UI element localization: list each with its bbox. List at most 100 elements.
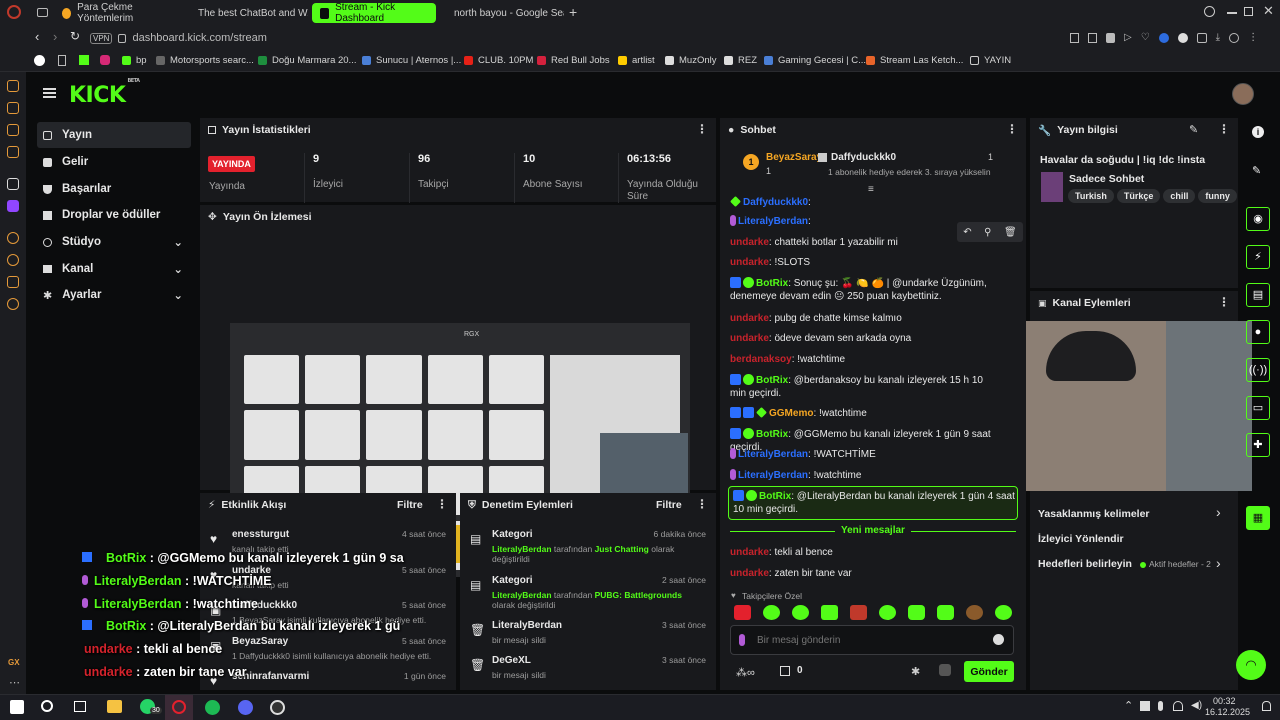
- moderation-actor[interactable]: LiteralyBerdan: [492, 544, 552, 554]
- shield-icon[interactable]: [1106, 33, 1115, 43]
- tab-google-search[interactable]: north bayou - Google Sea...: [440, 3, 564, 23]
- nav-basarilar[interactable]: Başarılar: [37, 176, 191, 202]
- chat-user[interactable]: GGMemo: [769, 408, 813, 419]
- user-avatar[interactable]: [1232, 83, 1254, 105]
- extension-icon[interactable]: [1177, 33, 1188, 43]
- wrench-icon[interactable]: ✚: [1246, 433, 1270, 457]
- chevron-down-icon[interactable]: ⌄: [173, 288, 183, 302]
- sidebar-gx-icon[interactable]: GX: [8, 658, 20, 667]
- opera-menu-icon[interactable]: [7, 5, 21, 19]
- bookmark-stream-las[interactable]: Stream Las Ketch...: [866, 55, 963, 66]
- sidebar-twitch-icon[interactable]: [7, 200, 19, 212]
- tray-mic-icon[interactable]: [1158, 701, 1163, 711]
- sidebar-aria-icon[interactable]: [7, 80, 19, 92]
- kick-bookmark-icon[interactable]: [79, 55, 89, 65]
- emote-icon[interactable]: [850, 605, 867, 620]
- chat-more-icon[interactable]: ⋮: [1006, 123, 1018, 135]
- chat-user[interactable]: BotRix: [756, 278, 788, 289]
- sidebar-settings-icon[interactable]: [7, 298, 19, 310]
- sidebar-history-icon[interactable]: [7, 254, 19, 266]
- bookmark-muzonly[interactable]: MuzOnly: [665, 55, 716, 66]
- bookmark-rez[interactable]: REZ: [724, 55, 757, 66]
- tag[interactable]: chill: [1163, 189, 1196, 203]
- emote-icon[interactable]: [821, 605, 838, 620]
- notification-bell-icon[interactable]: [1262, 701, 1271, 711]
- chevron-down-icon[interactable]: ⌄: [173, 262, 183, 276]
- chevron-right-icon[interactable]: ›: [1216, 504, 1221, 520]
- streaminfo-more-icon[interactable]: ⋮: [1218, 123, 1230, 135]
- nav-droplar[interactable]: Droplar ve ödüller: [37, 202, 191, 228]
- chat-user[interactable]: BotRix: [759, 491, 791, 502]
- raid-link[interactable]: İzleyici Yönlendir: [1038, 533, 1124, 545]
- tray-chevron-icon[interactable]: ⌃: [1124, 699, 1133, 712]
- events-more-icon[interactable]: ⋮: [436, 498, 448, 510]
- search-tabs-icon[interactable]: [1204, 6, 1215, 17]
- sidebar-player-icon[interactable]: [7, 232, 19, 244]
- bookmark-redbull[interactable]: Red Bull Jobs: [537, 55, 610, 66]
- chat-shield-icon[interactable]: [939, 664, 951, 676]
- tab-list-icon[interactable]: [37, 8, 48, 17]
- profile-icon[interactable]: [1229, 33, 1240, 43]
- moderation-more-icon[interactable]: ⋮: [696, 498, 708, 510]
- chat-message-input[interactable]: [757, 632, 977, 648]
- gift-icon[interactable]: [780, 666, 790, 676]
- record-icon[interactable]: ◉: [1246, 207, 1270, 231]
- bookmark-club[interactable]: CLUB. 10PM: [464, 55, 533, 66]
- clock-time[interactable]: 00:32: [1213, 696, 1236, 706]
- nav-kanal[interactable]: Kanal ⌄: [37, 256, 191, 282]
- delete-icon[interactable]: 🗑: [1004, 227, 1017, 238]
- emote-icon[interactable]: [937, 605, 954, 620]
- download-icon[interactable]: ⤓: [1216, 33, 1220, 45]
- chat-user[interactable]: undarke: [730, 547, 769, 558]
- back-icon[interactable]: ‹: [35, 29, 39, 44]
- channel-points-icon[interactable]: ⁂∞: [736, 666, 755, 679]
- moderation-title-text[interactable]: DeGeXL: [492, 655, 531, 666]
- player-icon[interactable]: ▷: [1124, 33, 1132, 45]
- hamburger-menu-icon[interactable]: [43, 88, 56, 98]
- gifter-user[interactable]: Daffyduckkk0: [831, 152, 896, 163]
- chat-user[interactable]: Daffyduckkk0: [743, 197, 808, 208]
- google-bookmark-icon[interactable]: [34, 55, 45, 66]
- chat-user[interactable]: LiteralyBerdan: [738, 216, 808, 227]
- puzzle-icon[interactable]: [1196, 33, 1207, 43]
- bookmark-folder-yayin[interactable]: YAYIN: [970, 55, 1011, 66]
- emoji-icon[interactable]: [993, 634, 1004, 645]
- obs-icon[interactable]: [270, 700, 285, 715]
- emote-icon[interactable]: [734, 605, 751, 620]
- moderation-title-text[interactable]: LiteralyBerdan: [492, 620, 562, 631]
- spotify-icon[interactable]: [205, 700, 220, 715]
- bookmark-gaming-gecesi[interactable]: Gaming Gecesi | C...: [764, 55, 866, 66]
- sidebar-mail-icon[interactable]: [7, 146, 19, 158]
- nav-studyo[interactable]: Stüdyo ⌄: [37, 229, 191, 255]
- chat-user[interactable]: LiteralyBerdan: [738, 449, 808, 460]
- clock-date[interactable]: 16.12.2025: [1205, 707, 1250, 717]
- sidebar-box-icon[interactable]: [7, 276, 19, 288]
- stats-more-icon[interactable]: ⋮: [696, 123, 708, 135]
- chat-user[interactable]: LiteralyBerdan: [738, 470, 808, 481]
- chat-user[interactable]: berdanaksoy: [730, 354, 792, 365]
- chevron-right-icon[interactable]: ›: [1216, 555, 1221, 571]
- browser-menu-icon[interactable]: ⋮: [1248, 33, 1258, 45]
- tab-chatbot[interactable]: The best ChatBot and W...: [184, 3, 308, 23]
- tag[interactable]: Türkçe: [1116, 189, 1161, 203]
- chat-input-box[interactable]: [730, 625, 1014, 655]
- url-text[interactable]: dashboard.kick.com/stream: [132, 32, 267, 44]
- stream-category[interactable]: Sadece Sohbet: [1069, 173, 1144, 185]
- bookmark-motorsports[interactable]: Motorsports searc...: [156, 55, 254, 66]
- broadcast-wave-icon[interactable]: ((·)): [1246, 358, 1270, 382]
- clipboard-icon[interactable]: ▤: [1246, 283, 1270, 307]
- chat-user[interactable]: BotRix: [756, 375, 788, 386]
- bookmark-icon[interactable]: [1088, 33, 1097, 43]
- emote-icon[interactable]: [792, 605, 809, 620]
- channel-actions-more-icon[interactable]: ⋮: [1218, 296, 1230, 308]
- emote-icon[interactable]: [995, 605, 1012, 620]
- chat-user[interactable]: undarke: [730, 568, 769, 579]
- windows-start-icon[interactable]: [10, 700, 24, 714]
- sidebar-workspace-icon[interactable]: [7, 124, 19, 136]
- sidebar-kick-icon[interactable]: [7, 178, 19, 190]
- event-user[interactable]: BeyazSaray: [232, 636, 288, 647]
- nav-yayin[interactable]: Yayın: [37, 122, 191, 148]
- minimize-button[interactable]: [1227, 12, 1237, 14]
- tray-wifi-icon[interactable]: [1173, 701, 1183, 711]
- chat-user[interactable]: undarke: [730, 313, 769, 324]
